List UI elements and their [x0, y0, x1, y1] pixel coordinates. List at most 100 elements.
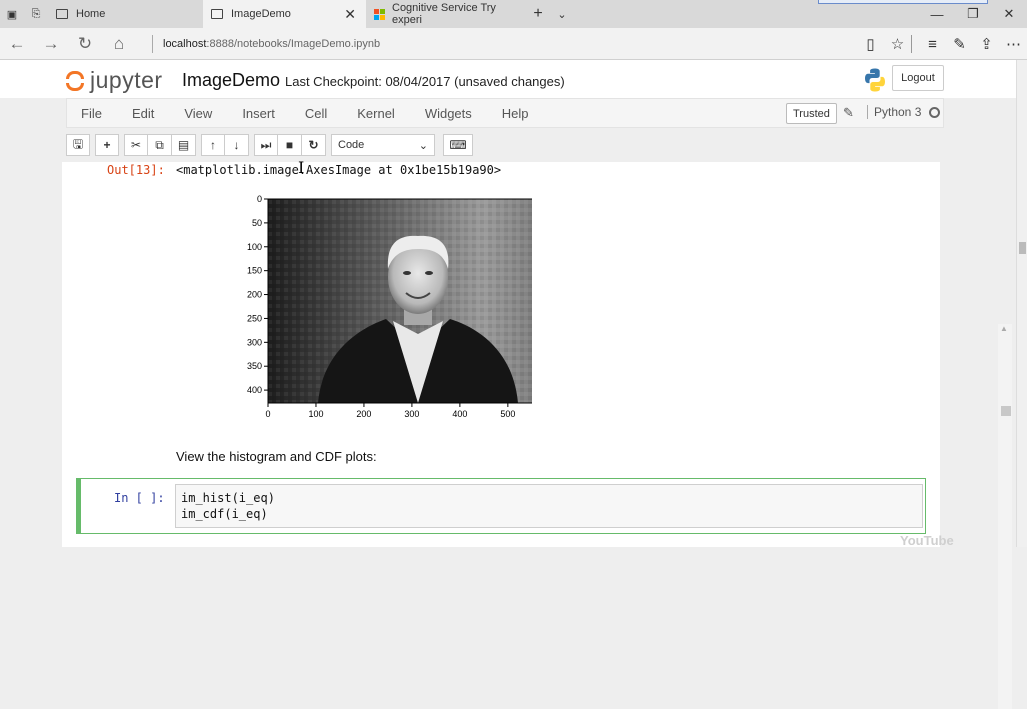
y-tick-label: 300: [247, 337, 262, 347]
python-logo-icon: [865, 68, 885, 92]
favorite-star-icon[interactable]: ☆: [884, 35, 911, 53]
notebook-scrollbar[interactable]: ▲: [998, 324, 1012, 709]
refresh-icon[interactable]: ↻: [68, 34, 102, 54]
minimize-button[interactable]: —: [919, 0, 955, 28]
page-icon: [211, 9, 223, 19]
jupyter-logo[interactable]: jupyter: [64, 67, 163, 94]
home-icon[interactable]: ⌂: [102, 34, 136, 54]
code-editor[interactable]: im_hist(i_eq) im_cdf(i_eq): [175, 484, 923, 528]
portrait-right-eye: [425, 271, 433, 275]
copy-icon[interactable]: ⧉: [148, 134, 172, 156]
address-bar: ← → ↻ ⌂ localhost:8888/notebooks/ImageDe…: [0, 28, 1027, 60]
image-plot: 0100200300400500600050100150200250300350…: [247, 194, 532, 419]
menu-view[interactable]: View: [169, 106, 227, 121]
markdown-text: View the histogram and CDF plots:: [176, 449, 377, 464]
y-tick-label: 50: [252, 218, 262, 228]
notes-pen-icon[interactable]: ✎: [946, 35, 973, 53]
url-field[interactable]: localhost:8888/notebooks/ImageDemo.ipynb: [152, 34, 381, 53]
edit-pencil-icon[interactable]: ✎: [843, 105, 854, 121]
url-path: :8888/notebooks/ImageDemo.ipynb: [206, 37, 381, 50]
menu-help[interactable]: Help: [487, 106, 544, 121]
restart-kernel-icon[interactable]: ↻: [302, 134, 326, 156]
youtube-watermark: YouTube: [900, 533, 954, 548]
checkpoint-status: Last Checkpoint: 08/04/2017 (unsaved cha…: [285, 74, 565, 89]
portrait-left-eye: [403, 271, 411, 275]
output-text: <matplotlib.image.AxesImage at 0x1be15b1…: [176, 163, 502, 177]
save-icon[interactable]: 🖫: [66, 134, 90, 156]
menu-widgets[interactable]: Widgets: [410, 106, 487, 121]
kernel-name: Python 3: [867, 105, 921, 119]
code-line-1-text: im_hist(i_eq): [181, 491, 275, 505]
tab-home[interactable]: Home: [48, 0, 203, 28]
move-up-arrow-icon[interactable]: ↑: [201, 134, 225, 156]
logout-button[interactable]: Logout: [892, 65, 944, 91]
insert-cell-plus-icon[interactable]: +: [95, 134, 119, 156]
url-host: localhost: [163, 37, 207, 50]
keyboard-shortcuts-icon[interactable]: ⌨: [443, 134, 473, 156]
notebook-scroll-thumb[interactable]: [1001, 406, 1011, 416]
forward-arrow-icon[interactable]: →: [34, 34, 68, 54]
jupyter-orb-icon: [64, 69, 86, 93]
share-icon[interactable]: ⇪: [973, 35, 1000, 53]
tab-actions-icon[interactable]: ▣: [0, 0, 24, 28]
output-prompt: Out[13]:: [107, 163, 165, 177]
x-tick-label: 400: [452, 409, 467, 419]
code-cell[interactable]: In [ ]: im_hist(i_eq) im_cdf(i_eq): [76, 478, 926, 534]
code-line-2: im_cdf(i_eq): [181, 506, 917, 522]
move-down-arrow-icon[interactable]: ↓: [225, 134, 249, 156]
code-line-1: im_hist(i_eq): [181, 490, 917, 506]
new-tab-button[interactable]: +: [526, 0, 550, 28]
window-controls: — ❐ ✕: [919, 0, 1027, 28]
menu-cell[interactable]: Cell: [290, 106, 342, 121]
x-tick-label: 0: [265, 409, 270, 419]
x-tick-label: 100: [308, 409, 323, 419]
menu-insert[interactable]: Insert: [227, 106, 290, 121]
x-tick-label: 200: [356, 409, 371, 419]
page-scrollbar[interactable]: [1016, 60, 1027, 547]
tab-imagedemo[interactable]: ImageDemo ✕: [203, 0, 366, 28]
axes-image: [268, 199, 532, 403]
menu-kernel[interactable]: Kernel: [342, 106, 410, 121]
x-tick-label: 500: [500, 409, 515, 419]
tab-home-label: Home: [76, 8, 106, 20]
tab-cognitive-service[interactable]: Cognitive Service Try experi: [366, 0, 526, 28]
chevron-down-icon: ⌄: [418, 139, 428, 152]
y-tick-label: 400: [247, 385, 262, 395]
notebook-page: Out[13]: <matplotlib.image.AxesImage at …: [62, 158, 940, 547]
back-arrow-icon[interactable]: ←: [0, 34, 34, 54]
cell-type-value: Code: [338, 139, 365, 151]
notebook-toolbar: 🖫 + ✂ ⧉ ▤ ↑ ↓ ⏭ ■ ↻ Code ⌄ ⌨: [66, 128, 944, 162]
notebook-area: Out[13]: <matplotlib.image.AxesImage at …: [0, 158, 1016, 709]
set-aside-tabs-icon[interactable]: ⎘: [24, 0, 48, 28]
y-tick-label: 200: [247, 290, 262, 300]
restore-button[interactable]: ❐: [955, 0, 991, 28]
notebook-menubar: File Edit View Insert Cell Kernel Widget…: [66, 98, 944, 128]
y-tick-label: 250: [247, 313, 262, 323]
close-tab-icon[interactable]: ✕: [344, 6, 356, 23]
menu-edit[interactable]: Edit: [117, 106, 169, 121]
notebook-name[interactable]: ImageDemo: [182, 70, 280, 91]
divider: [911, 35, 919, 53]
cell-type-select[interactable]: Code ⌄: [331, 134, 435, 156]
run-step-icon[interactable]: ⏭: [254, 134, 278, 156]
input-prompt: In [ ]:: [114, 491, 165, 505]
menu-file[interactable]: File: [67, 106, 117, 121]
reading-view-icon[interactable]: ▯: [857, 35, 884, 53]
microsoft-logo-icon: [374, 8, 385, 20]
more-menu-icon[interactable]: ⋯: [1000, 35, 1027, 53]
y-tick-label: 150: [247, 266, 262, 276]
close-window-button[interactable]: ✕: [991, 0, 1027, 28]
cut-scissors-icon[interactable]: ✂: [124, 134, 148, 156]
tab-imagedemo-label: ImageDemo: [231, 8, 291, 20]
tab-preview-chevron-icon[interactable]: ⌄: [550, 0, 574, 28]
text-cursor-icon: I: [298, 158, 305, 177]
interrupt-stop-icon[interactable]: ■: [278, 134, 302, 156]
scroll-up-icon[interactable]: ▲: [1000, 324, 1008, 333]
page-scroll-thumb[interactable]: [1019, 242, 1026, 254]
kernel-idle-indicator-icon: [929, 107, 940, 118]
y-tick-label: 100: [247, 242, 262, 252]
paste-icon[interactable]: ▤: [172, 134, 196, 156]
trusted-badge[interactable]: Trusted: [786, 103, 837, 124]
page-icon: [56, 9, 68, 19]
hub-icon[interactable]: ≡: [919, 36, 946, 53]
